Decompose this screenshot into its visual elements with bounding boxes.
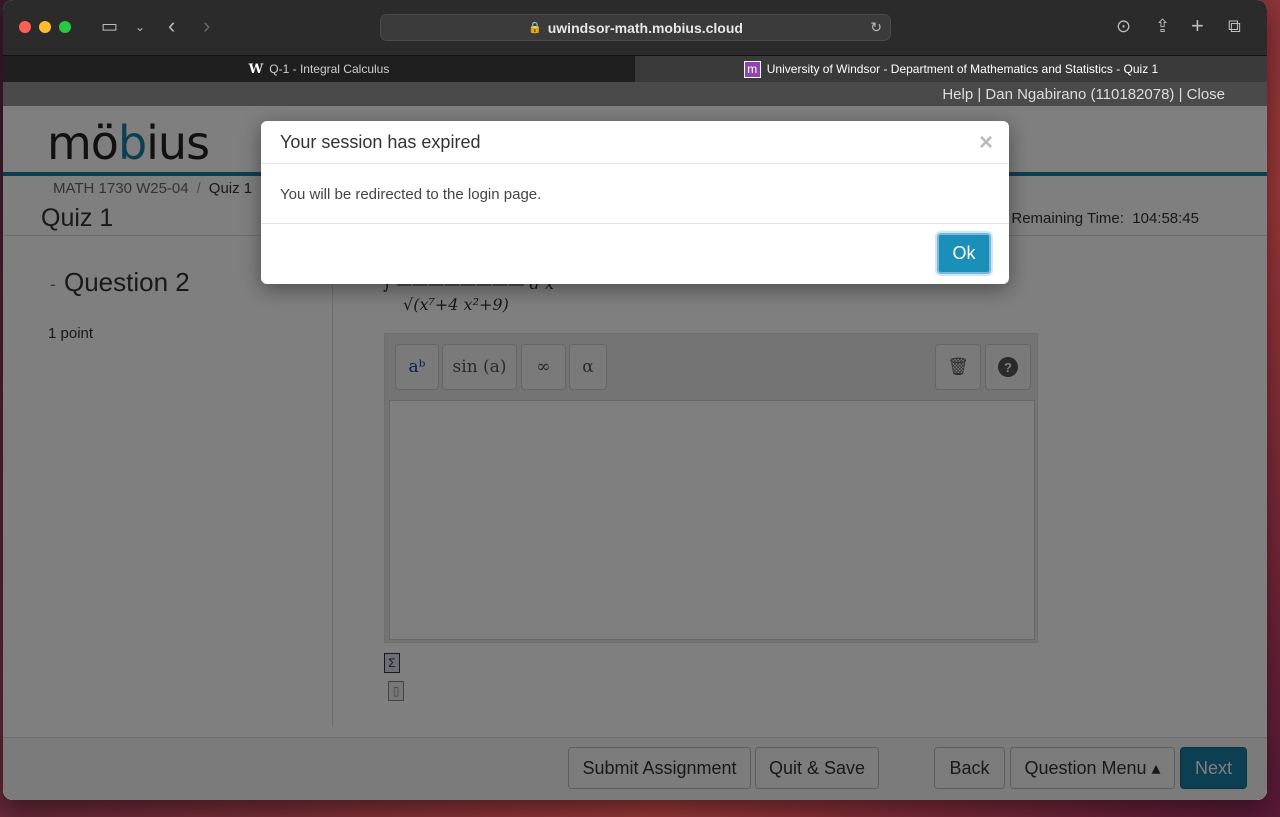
tab-bar: W Q-1 - Integral Calculus m University o… bbox=[3, 55, 1267, 82]
reload-icon[interactable]: ↻ bbox=[870, 19, 882, 36]
dialog-header: Your session has expired × bbox=[261, 121, 1009, 164]
minimize-window-button[interactable] bbox=[39, 21, 51, 33]
dialog-title: Your session has expired bbox=[280, 132, 481, 152]
zoom-window-button[interactable] bbox=[59, 21, 71, 33]
tab-quiz-1[interactable]: m University of Windsor - Department of … bbox=[635, 56, 1267, 82]
chevron-down-icon[interactable]: ⌄ bbox=[135, 20, 145, 34]
tab-integral-calculus[interactable]: W Q-1 - Integral Calculus bbox=[3, 56, 635, 82]
sidebar-icon[interactable]: ▭ bbox=[101, 16, 118, 37]
new-tab-icon[interactable]: + bbox=[1191, 13, 1204, 39]
close-window-button[interactable] bbox=[19, 21, 31, 33]
download-icon[interactable]: ⊙ bbox=[1116, 16, 1131, 37]
address-bar[interactable]: 🔒 uwindsor-math.mobius.cloud ↻ bbox=[380, 14, 891, 41]
close-icon[interactable]: × bbox=[979, 129, 993, 157]
tab-label: University of Windsor - Department of Ma… bbox=[766, 62, 1159, 76]
dialog-message: You will be redirected to the login page… bbox=[261, 164, 1009, 224]
windsor-favicon-icon: W bbox=[248, 61, 264, 77]
forward-nav-icon[interactable]: › bbox=[203, 13, 210, 39]
tab-label: Q-1 - Integral Calculus bbox=[269, 62, 390, 76]
share-icon[interactable]: ⇪ bbox=[1155, 16, 1170, 37]
session-expired-dialog: Your session has expired × You will be r… bbox=[261, 121, 1009, 284]
tab-overview-icon[interactable]: ⧉ bbox=[1228, 16, 1241, 37]
user-bar: Help | Dan Ngabirano (110182078) | Close bbox=[3, 82, 1267, 106]
mobius-favicon-icon: m bbox=[743, 60, 761, 78]
url-text: uwindsor-math.mobius.cloud bbox=[547, 19, 743, 36]
user-links[interactable]: Help | Dan Ngabirano (110182078) | Close bbox=[942, 86, 1225, 103]
back-nav-icon[interactable]: ‹ bbox=[168, 13, 175, 39]
browser-toolbar: ▭ ⌄ ‹ › 🔒 uwindsor-math.mobius.cloud ↻ ⊙… bbox=[3, 0, 1267, 55]
lock-icon: 🔒 bbox=[528, 22, 542, 34]
browser-window: ▭ ⌄ ‹ › 🔒 uwindsor-math.mobius.cloud ↻ ⊙… bbox=[3, 0, 1267, 800]
ok-button[interactable]: Ok bbox=[937, 233, 991, 274]
window-controls bbox=[19, 21, 71, 33]
